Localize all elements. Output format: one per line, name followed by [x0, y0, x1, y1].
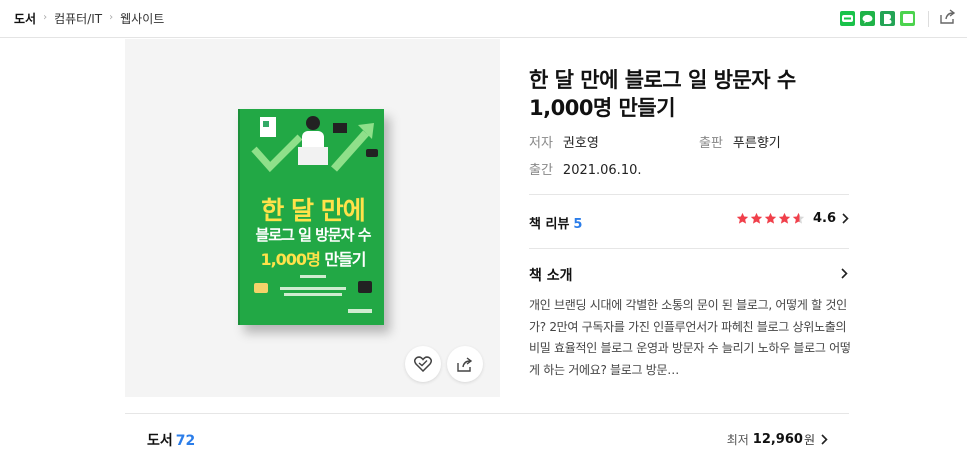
cover-title-rest: 만들기: [319, 250, 366, 269]
star-half-icon: [792, 212, 805, 224]
date-row: 출간 2021.06.10.: [529, 159, 642, 178]
line-share-icon[interactable]: [900, 11, 915, 26]
cover-title-line2: 블로그 일 방문자 수: [255, 226, 371, 244]
share-buttons: [840, 9, 956, 28]
divider: [529, 248, 849, 249]
books-count: 72: [175, 433, 196, 449]
review-label: 책 리뷰: [529, 217, 570, 232]
cover-title-highlight: 1,000명: [260, 250, 320, 269]
date-value: 2021.06.10.: [562, 163, 642, 178]
price-value: 12,960: [752, 432, 803, 447]
review-count: 5: [573, 217, 583, 232]
intro-text: 개인 브랜딩 시대에 각별한 소통의 문이 된 블로그, 어떻게 할 것인가? …: [529, 298, 851, 377]
star-icon: [764, 212, 777, 224]
books-tab[interactable]: 도서 72: [147, 430, 195, 450]
review-link[interactable]: 책 리뷰 5: [529, 213, 582, 232]
heart-icon: [414, 356, 432, 372]
chevron-right-icon: ›: [109, 12, 114, 23]
book-cover-area: 한 달 만에 블로그 일 방문자 수 1,000명 만들기: [125, 39, 500, 397]
author-value[interactable]: 권호영: [563, 136, 599, 151]
band-share-icon[interactable]: [880, 11, 895, 26]
breadcrumb-item-computer-it[interactable]: 컴퓨터/IT: [54, 10, 102, 27]
cover-title-line1: 한 달 만에: [261, 196, 365, 225]
rating-link[interactable]: 4.6: [736, 211, 849, 226]
books-label: 도서: [147, 433, 173, 449]
chevron-right-icon[interactable]: [841, 268, 848, 279]
star-icon: [778, 212, 791, 224]
date-label: 출간: [529, 163, 553, 178]
rating-value: 4.6: [813, 211, 837, 226]
divider: [125, 413, 849, 414]
breadcrumb: 도서 › 컴퓨터/IT › 웹사이트: [14, 0, 164, 37]
author-row: 저자 권호영: [529, 132, 599, 151]
price-unit: 원: [803, 433, 815, 447]
author-label: 저자: [529, 136, 553, 151]
talk-share-icon[interactable]: [860, 11, 875, 26]
cover-title-line3: 1,000명 만들기: [240, 246, 384, 270]
breadcrumb-item-website[interactable]: 웹사이트: [120, 10, 164, 27]
star-icon: [736, 212, 749, 224]
divider: [928, 10, 929, 27]
book-cover-image[interactable]: 한 달 만에 블로그 일 방문자 수 1,000명 만들기: [238, 109, 384, 325]
wishlist-button[interactable]: [405, 346, 441, 382]
publisher-value[interactable]: 푸른향기: [733, 136, 781, 151]
chevron-right-icon: [842, 213, 849, 224]
lowest-price-link[interactable]: 최저 12,960 원: [727, 431, 828, 448]
chevron-right-icon: ›: [43, 12, 48, 23]
share-icon[interactable]: [940, 9, 956, 28]
share-icon: [457, 356, 473, 372]
intro-heading[interactable]: 책 소개: [529, 265, 573, 285]
book-title[interactable]: 한 달 만에 블로그 일 방문자 수 1,000명 만들기: [529, 66, 859, 122]
breadcrumb-item-books[interactable]: 도서: [14, 10, 36, 27]
chevron-right-icon: [821, 434, 828, 445]
price-prefix: 최저: [726, 433, 749, 447]
divider: [529, 194, 849, 195]
top-bar: 도서 › 컴퓨터/IT › 웹사이트: [0, 0, 967, 38]
blog-share-icon[interactable]: [840, 11, 855, 26]
publisher-row: 출판 푸른향기: [699, 132, 781, 151]
publisher-label: 출판: [699, 136, 723, 151]
share-button[interactable]: [447, 346, 483, 382]
star-rating: [736, 212, 805, 225]
star-icon: [750, 212, 763, 224]
